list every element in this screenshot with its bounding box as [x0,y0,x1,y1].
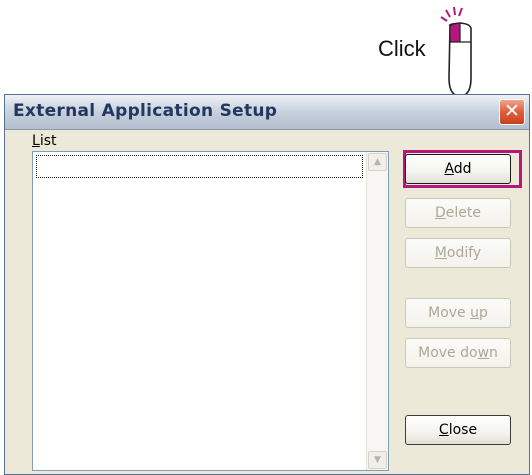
modify-rest: odify [446,245,482,261]
dialog-title: External Application Setup [13,101,278,121]
add-button[interactable]: Add [405,154,511,184]
click-callout-label: Click [378,36,426,61]
list-focus-row[interactable] [36,155,363,178]
list-label: List [32,133,57,149]
modify-accel: M [434,245,447,261]
application-listbox[interactable]: ▲ ▼ [32,151,389,471]
list-scrollbar[interactable]: ▲ ▼ [366,152,388,470]
move-up-button[interactable]: Move up [405,298,511,328]
mouse-icon [440,6,472,97]
close-rest: lose [448,422,478,438]
delete-rest: elete [445,205,481,221]
scroll-down-arrow-icon[interactable]: ▼ [368,451,387,469]
titlebar[interactable]: External Application Setup ✕ [5,95,529,130]
close-icon[interactable]: ✕ [499,99,525,125]
add-accel: A [444,161,454,177]
move-down-pre: Move do [418,345,478,361]
modify-button[interactable]: Modify [405,238,511,268]
close-button[interactable]: Close [405,415,511,445]
move-up-accel: u [470,305,479,321]
add-rest: dd [453,161,472,177]
external-application-setup-dialog: External Application Setup ✕ List ▲ ▼ Ad… [4,94,530,475]
move-down-accel: w [477,345,490,361]
scroll-up-arrow-icon[interactable]: ▲ [368,153,387,171]
move-down-button[interactable]: Move down [405,338,511,368]
list-label-accelerator: L [32,133,40,149]
move-up-pre: Move [428,305,471,321]
list-label-rest: ist [39,133,57,149]
close-accel: C [438,422,449,438]
delete-button[interactable]: Delete [405,198,511,228]
move-down-rest: n [489,345,498,361]
move-up-rest: p [478,305,488,321]
delete-accel: D [435,205,446,221]
